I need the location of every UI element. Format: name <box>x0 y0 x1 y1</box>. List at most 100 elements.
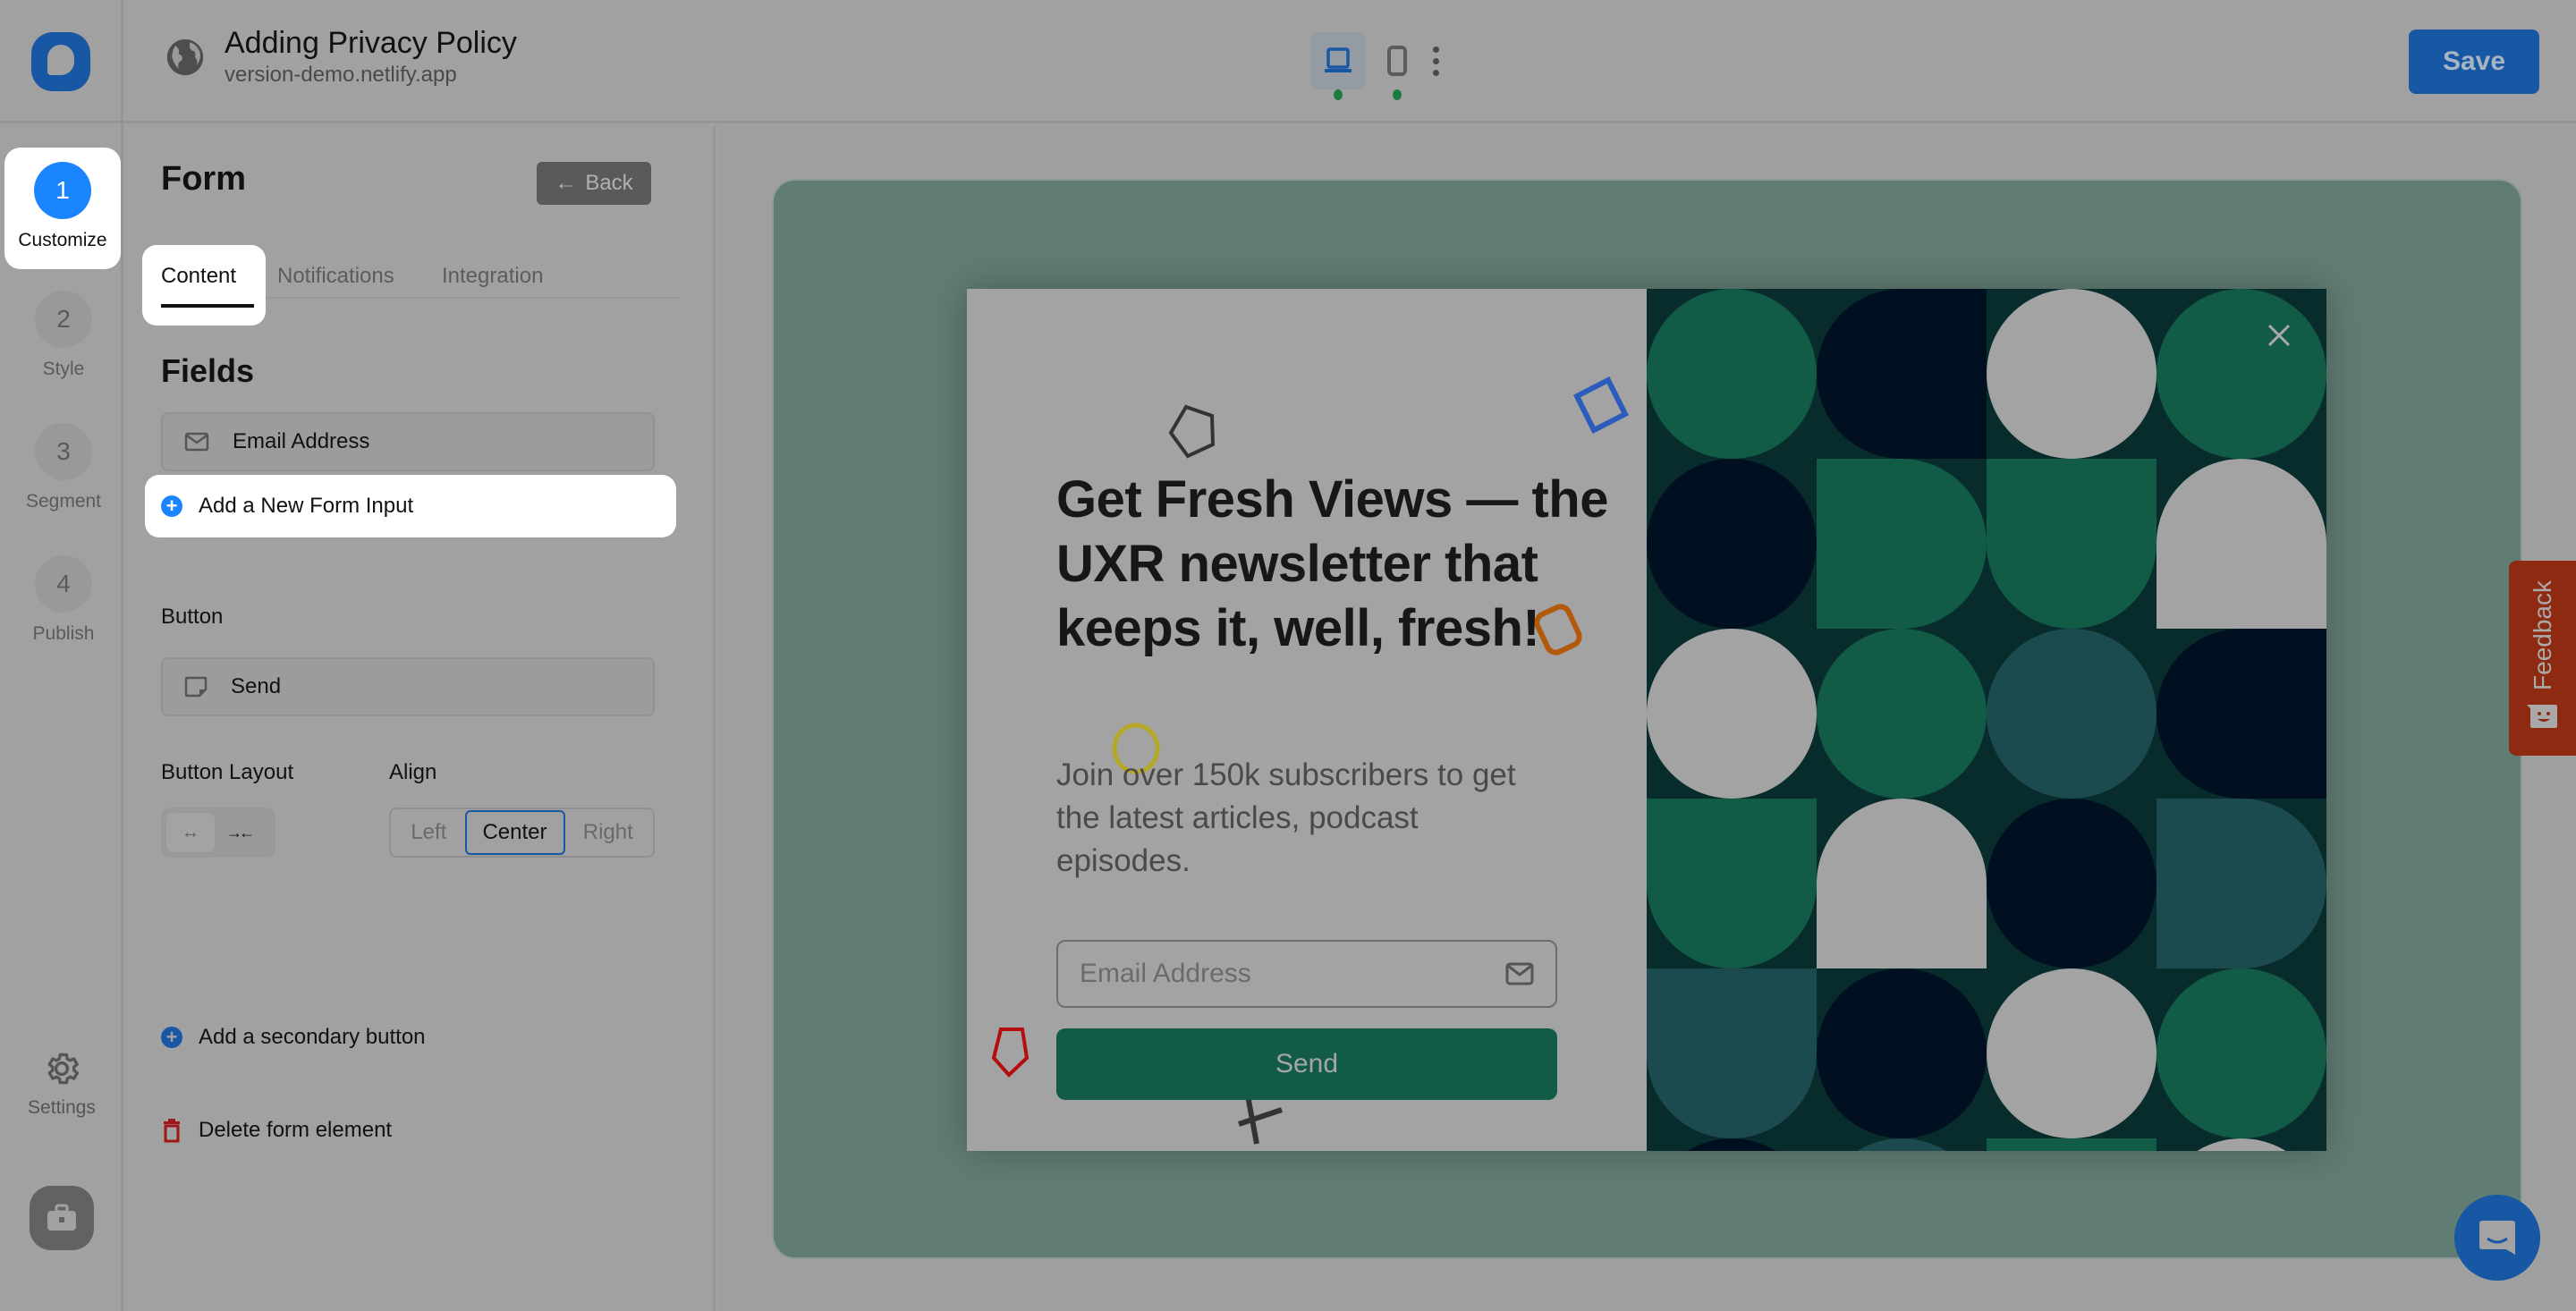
add-secondary-label: Add a secondary button <box>199 1025 426 1049</box>
laptop-icon <box>1325 47 1352 72</box>
mobile-view-button[interactable] <box>1382 32 1412 100</box>
settings-button[interactable]: Settings <box>0 1049 123 1119</box>
step-publish[interactable]: 4 Publish <box>7 545 120 661</box>
step-number: 1 <box>34 162 91 219</box>
form-settings-panel: Form ← Back Content Notifications Integr… <box>126 126 716 1311</box>
pattern-tile <box>1817 968 1987 1138</box>
pattern-tile <box>1987 459 2157 629</box>
arrow-left-icon: ← <box>555 171 577 195</box>
align-label: Align <box>389 760 437 784</box>
app-root: Adding Privacy Policy version-demo.netli… <box>0 0 2576 1311</box>
step-style[interactable]: 2 Style <box>7 280 120 396</box>
popup-close-button[interactable] <box>2261 317 2297 353</box>
mobile-icon <box>1387 46 1407 76</box>
back-button[interactable]: ← Back <box>537 162 651 205</box>
project-title: Adding Privacy Policy <box>225 26 517 60</box>
pentagon-deco-icon <box>1168 404 1216 459</box>
desktop-status-dot <box>1334 89 1343 100</box>
pattern-tile <box>1647 289 1817 459</box>
pattern-tile <box>2157 459 2326 629</box>
logo-area <box>0 0 123 123</box>
step-label: Style <box>42 359 85 379</box>
add-form-input-button[interactable]: + Add a New Form Input <box>145 475 676 537</box>
align-right-option[interactable]: Right <box>565 810 652 855</box>
layout-full-width-option[interactable]: ↔ <box>166 813 215 852</box>
field-send-button[interactable]: Send <box>161 657 655 716</box>
popup-preview[interactable]: Get Fresh Views — the UXR newsletter tha… <box>967 289 2326 1151</box>
top-header: Adding Privacy Policy version-demo.netli… <box>0 0 2576 123</box>
button-layout-label: Button Layout <box>161 760 294 784</box>
active-tab-underline <box>161 304 254 308</box>
settings-label: Settings <box>28 1097 96 1118</box>
feedback-tab[interactable]: Feedback <box>2509 561 2576 756</box>
app-logo[interactable] <box>30 32 90 91</box>
panel-title: Form <box>161 160 246 198</box>
pattern-tile <box>1817 289 1987 459</box>
smiley-chat-icon <box>2526 704 2557 728</box>
device-switcher <box>1310 32 1446 100</box>
pattern-tile <box>1987 629 2157 799</box>
pattern-tile <box>2157 799 2326 968</box>
step-label: Publish <box>32 623 95 644</box>
popup-send-button[interactable]: Send <box>1056 1028 1557 1100</box>
pattern-tile <box>1987 799 2157 968</box>
project-url[interactable]: version-demo.netlify.app <box>225 61 517 89</box>
pattern-tile <box>2157 629 2326 799</box>
step-number: 2 <box>35 291 92 348</box>
mail-icon <box>1505 962 1534 985</box>
align-center-option[interactable]: Center <box>464 810 565 855</box>
delete-label: Delete form element <box>199 1118 393 1142</box>
plus-circle-icon: + <box>161 495 182 517</box>
cross-deco-icon <box>1238 1095 1283 1145</box>
pattern-tile <box>1987 1138 2157 1151</box>
tab-notifications[interactable]: Notifications <box>277 264 394 289</box>
plus-circle-icon: + <box>161 1027 182 1048</box>
pattern-tile <box>1987 289 2157 459</box>
pattern-tile <box>2157 289 2326 459</box>
trash-icon <box>164 1119 180 1143</box>
layout-compact-option[interactable]: →← <box>215 813 263 852</box>
popup-headline: Get Fresh Views — the UXR newsletter tha… <box>1056 470 1608 657</box>
popup-email-input[interactable]: Email Address <box>1056 940 1557 1008</box>
mail-icon <box>184 432 209 452</box>
feedback-label: Feedback <box>2528 580 2556 690</box>
save-button[interactable]: Save <box>2409 30 2539 94</box>
pattern-tile <box>1647 968 1817 1138</box>
pattern-tile <box>1987 968 2157 1138</box>
arrows-horizontal-icon: ↔ <box>182 822 199 842</box>
chat-launcher-button[interactable] <box>2454 1195 2540 1281</box>
step-number: 3 <box>35 423 92 480</box>
step-label: Segment <box>25 491 102 512</box>
field-label: Send <box>231 674 282 698</box>
fields-heading: Fields <box>161 352 255 389</box>
delete-form-element-button[interactable]: Delete form element <box>161 1118 392 1143</box>
workspace-button[interactable] <box>30 1186 94 1250</box>
red-pentagon-deco-icon <box>991 1028 1030 1078</box>
email-placeholder: Email Address <box>1080 959 1251 988</box>
tab-integration[interactable]: Integration <box>442 264 543 289</box>
pattern-tile <box>1647 799 1817 968</box>
align-segmented-control: Left Center Right <box>389 808 655 858</box>
pattern-tile <box>1817 459 1987 629</box>
add-secondary-button[interactable]: + Add a secondary button <box>161 1025 426 1050</box>
popup-content: Get Fresh Views — the UXR newsletter tha… <box>967 289 1647 1151</box>
diamond-deco-icon <box>1572 376 1630 435</box>
briefcase-icon <box>47 1204 76 1231</box>
popup-body: Join over 150k subscribers to get the la… <box>1056 757 1516 878</box>
steps-rail: 1 Customize 2 Style 3 Segment 4 Publish … <box>0 123 123 1311</box>
field-email-address[interactable]: Email Address <box>161 412 655 471</box>
pattern-tile <box>1817 629 1987 799</box>
step-customize[interactable]: 1 Customize <box>4 148 121 269</box>
more-options-icon[interactable] <box>1425 32 1446 89</box>
button-section-label: Button <box>161 605 224 629</box>
desktop-view-button[interactable] <box>1310 32 1366 100</box>
sticky-note-icon <box>184 676 208 698</box>
pattern-tile <box>1647 629 1817 799</box>
button-layout-toggle: ↔ →← <box>161 808 275 858</box>
tab-content[interactable]: Content <box>161 264 236 289</box>
step-segment[interactable]: 3 Segment <box>7 412 120 529</box>
field-label: Email Address <box>233 429 370 453</box>
popup-image <box>1647 289 2326 1151</box>
align-left-option[interactable]: Left <box>393 810 465 855</box>
pattern-tile <box>1817 799 1987 968</box>
